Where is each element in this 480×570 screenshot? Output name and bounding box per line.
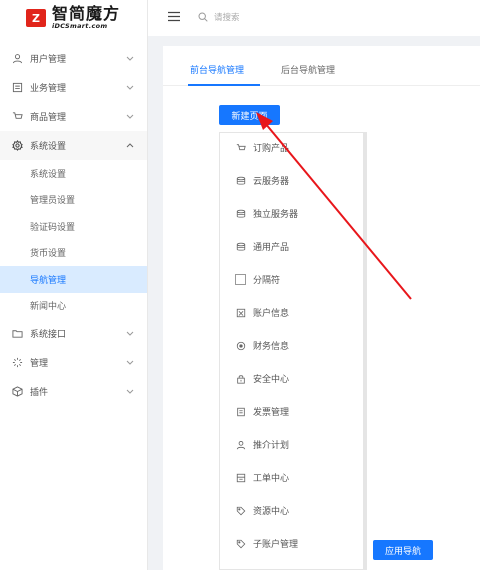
list-item[interactable]: 工单中心 [235,471,289,484]
search-input[interactable]: 请搜索 [214,11,240,23]
tag-icon [235,538,246,549]
lock-icon [235,373,246,384]
list-item[interactable]: 账户信息 [235,306,289,319]
sidebar-subitem-admin-settings[interactable]: 管理员设置 [0,187,147,214]
divider-box-icon [235,274,246,285]
sidebar-item-label: 业务管理 [30,84,67,94]
user-icon [10,52,24,66]
brand-logo[interactable]: Z 智简魔方 iDCSmart.com [0,0,147,36]
search-box[interactable]: 请搜索 [198,11,240,23]
cart-icon [235,142,246,153]
list-item[interactable]: 子账户管理 [235,537,298,550]
menu-toggle-icon[interactable] [168,11,181,24]
database-icon [235,208,246,219]
sidebar-item-label: 商品管理 [30,113,67,123]
account-icon [235,307,246,318]
nav-list-box: 订购产品 云服务器 独立服务器 通用产品 分隔符 账户信息 财务信息 安全中心 [219,132,367,570]
brand-name-cn: 智简魔方 [52,4,121,24]
chevron-down-icon [125,329,135,339]
sidebar-item-plugins[interactable]: 插件 [0,377,147,406]
sidebar-item-label: 插件 [30,388,49,398]
list-item[interactable]: 云服务器 [235,174,289,187]
chevron-down-icon [125,112,135,122]
sidebar-item-products[interactable]: 商品管理 [0,102,147,131]
ticket-icon [235,472,246,483]
apply-nav-button[interactable]: 应用导航 [373,540,433,560]
list-item[interactable]: 发票管理 [235,405,289,418]
active-tab-indicator [188,84,260,86]
plugin-icon [10,385,24,399]
sidebar-subitem-news-center[interactable]: 新闻中心 [0,293,147,320]
brand-mark-icon: Z [26,9,46,27]
settings-icon [10,139,24,153]
sidebar-item-system-settings[interactable]: 系统设置 [0,131,147,160]
business-icon [10,81,24,95]
database-icon [235,175,246,186]
sidebar: Z 智简魔方 iDCSmart.com 用户管理 业务管理 商品管理 系统设置 … [0,0,148,570]
folder-icon [10,327,24,341]
chevron-down-icon [125,54,135,64]
sidebar-item-label: 系统接口 [30,330,67,340]
database-icon [235,241,246,252]
search-icon [198,12,208,22]
manage-icon [10,356,24,370]
tab-backend-nav[interactable]: 后台导航管理 [281,63,335,76]
list-item[interactable]: 通用产品 [235,240,289,253]
topbar: 请搜索 [148,0,480,36]
sidebar-item-manage[interactable]: 管理 [0,348,147,377]
list-item[interactable]: 分隔符 [235,273,280,286]
main-content: 前台导航管理 后台导航管理 新建页面 订购产品 云服务器 独立服务器 通用产品 … [163,46,480,570]
list-item[interactable]: 资源中心 [235,504,289,517]
sidebar-item-label: 管理 [30,359,49,369]
sidebar-item-label: 用户管理 [30,55,67,65]
list-item[interactable]: 安全中心 [235,372,289,385]
finance-icon [235,340,246,351]
brand-name-en: iDCSmart.com [52,22,108,31]
sidebar-item-users[interactable]: 用户管理 [0,44,147,73]
cart-icon [10,110,24,124]
sidebar-item-label: 系统设置 [30,142,67,152]
invoice-icon [235,406,246,417]
nav-tabs: 前台导航管理 后台导航管理 [163,46,480,86]
sidebar-subitem-nav-management[interactable]: 导航管理 [0,266,147,293]
chevron-down-icon [125,83,135,93]
chevron-down-icon [125,387,135,397]
list-item[interactable]: 订购产品 [235,141,289,154]
user-icon [235,439,246,450]
list-item[interactable]: 推介计划 [235,438,289,451]
list-item[interactable]: 独立服务器 [235,207,298,220]
sidebar-menu: 用户管理 业务管理 商品管理 系统设置 系统设置 管理员设置 验证码设置 货币设… [0,44,147,406]
tag-icon [235,505,246,516]
new-page-button[interactable]: 新建页面 [219,105,280,125]
sidebar-subitem-system-settings[interactable]: 系统设置 [0,160,147,187]
sidebar-subitem-captcha-settings[interactable]: 验证码设置 [0,213,147,240]
chevron-up-icon [125,141,135,151]
chevron-down-icon [125,358,135,368]
sidebar-item-business[interactable]: 业务管理 [0,73,147,102]
sidebar-subitem-currency-settings[interactable]: 货币设置 [0,240,147,267]
list-item[interactable]: 财务信息 [235,339,289,352]
tab-frontend-nav[interactable]: 前台导航管理 [190,63,244,76]
sidebar-item-system-interface[interactable]: 系统接口 [0,319,147,348]
